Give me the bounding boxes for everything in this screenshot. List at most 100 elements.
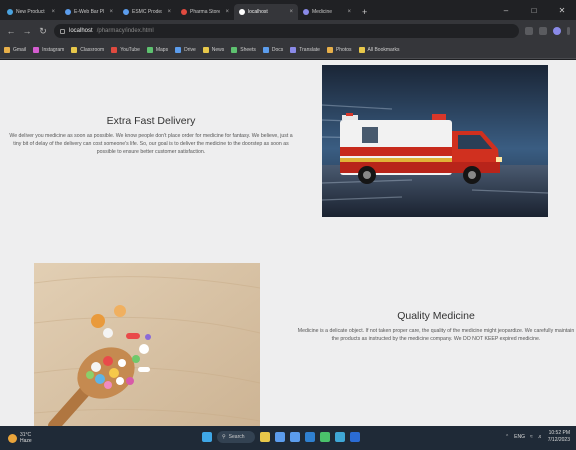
bookmark-label: Maps <box>155 47 169 53</box>
bookmark-star-icon[interactable] <box>539 27 547 35</box>
browser-tab[interactable]: localhost × <box>234 4 298 20</box>
quality-title: Quality Medicine <box>397 310 475 322</box>
bookmark-item[interactable]: Gmail <box>4 47 26 53</box>
address-bar[interactable]: localhost/pharmacy/index.html <box>54 24 519 38</box>
ambulance-image <box>322 65 548 217</box>
bookmark-label: News <box>211 47 225 53</box>
language-indicator[interactable]: ENG <box>514 434 525 440</box>
tab-close-icon[interactable]: × <box>51 9 55 15</box>
taskbar-search[interactable]: ⚲ Search <box>217 431 255 443</box>
bookmark-icon <box>71 47 78 53</box>
tab-label: ESMC Prodesk <box>132 9 162 15</box>
browser-tab-strip: New Product×E-Web Bar Pharma×ESMC Prodes… <box>0 0 576 20</box>
page-content: Extra Fast Delivery We deliver you medic… <box>0 60 576 426</box>
edge-icon[interactable] <box>335 432 345 442</box>
bookmark-item[interactable]: YouTube <box>111 47 140 53</box>
tab-label: localhost <box>248 9 268 15</box>
bookmark-label: Classroom <box>80 47 105 53</box>
bookmark-icon <box>358 47 365 53</box>
bookmark-label: Sheets <box>240 47 256 53</box>
window-controls: – □ ✕ <box>492 0 576 20</box>
bookmark-label: Drive <box>184 47 196 53</box>
bookmark-icon <box>262 47 269 53</box>
bookmark-icon <box>4 47 10 53</box>
tab-favicon-icon <box>123 9 129 15</box>
url-host: localhost <box>69 28 93 34</box>
browser-tab[interactable]: Medicine × <box>298 4 356 20</box>
weather-desc: Haze <box>20 438 32 444</box>
url-path: /pharmacy/index.html <box>96 28 154 34</box>
browser-tab[interactable]: E-Web Bar Pharma × <box>60 4 118 20</box>
tab-close-icon[interactable]: × <box>167 9 171 15</box>
file-explorer-icon[interactable] <box>260 432 270 442</box>
quality-text: Medicine is a delicate object. If not ta… <box>297 328 575 342</box>
bookmark-item[interactable]: All Bookmarks <box>358 47 400 53</box>
browser-tab[interactable]: New Product × <box>2 4 60 20</box>
system-tray: ⌃ ENG ≈ ♬ 10:52 PM 7/12/2023 <box>505 430 570 444</box>
bookmark-item[interactable]: Drive <box>175 47 196 53</box>
bookmark-icon <box>146 47 153 53</box>
reload-icon[interactable]: ↻ <box>38 26 48 37</box>
search-icon: ⚲ <box>222 434 226 440</box>
tab-favicon-icon <box>65 9 71 15</box>
extension-icon[interactable] <box>525 27 533 35</box>
delivery-section: Extra Fast Delivery We deliver you medic… <box>8 115 294 156</box>
maximize-icon[interactable]: □ <box>520 6 548 15</box>
bookmark-item[interactable]: Instagram <box>33 47 64 53</box>
bookmark-icon <box>111 47 118 53</box>
pills-image <box>34 263 260 426</box>
forward-icon[interactable]: → <box>22 26 32 36</box>
bookmark-icon <box>202 47 209 53</box>
bookmark-item[interactable]: Maps <box>146 47 169 53</box>
tray-chevron-icon[interactable]: ⌃ <box>505 434 509 440</box>
menu-icon[interactable] <box>567 27 570 35</box>
vscode-icon[interactable] <box>305 432 315 442</box>
bookmark-icon <box>175 47 182 53</box>
tab-favicon-icon <box>181 9 187 15</box>
tab-favicon-icon <box>303 9 309 15</box>
bookmark-item[interactable]: News <box>202 47 225 53</box>
tab-label: Pharma Store <box>190 9 221 15</box>
bookmark-item[interactable]: Translate <box>290 47 320 53</box>
whatsapp-icon[interactable] <box>320 432 330 442</box>
weather-widget[interactable]: 31°C Haze <box>0 432 60 444</box>
tab-close-icon[interactable]: × <box>347 9 351 15</box>
bookmark-item[interactable]: Docs <box>262 47 283 53</box>
clock-date: 7/12/2023 <box>547 437 570 443</box>
close-window-icon[interactable]: ✕ <box>548 6 576 15</box>
volume-icon[interactable]: ♬ <box>538 434 543 440</box>
clock-time: 10:52 PM <box>548 430 570 436</box>
profile-avatar[interactable] <box>553 27 561 35</box>
new-tab-button[interactable]: + <box>356 4 373 20</box>
minimize-icon[interactable]: – <box>492 6 520 15</box>
quality-section: Quality Medicine Medicine is a delicate … <box>296 310 576 343</box>
tab-close-icon[interactable]: × <box>225 9 229 15</box>
wifi-icon[interactable]: ≈ <box>530 434 533 440</box>
bookmark-label: All Bookmarks <box>367 47 400 53</box>
bookmarks-bar: Gmail Instagram Classroom YouTube Maps Drive N… <box>0 42 576 59</box>
bookmark-label: Gmail <box>13 47 27 53</box>
clock[interactable]: 10:52 PM 7/12/2023 <box>548 430 570 444</box>
bookmark-item[interactable]: Sheets <box>231 47 256 53</box>
bookmark-icon <box>326 47 333 53</box>
tab-label: Medicine <box>312 9 333 15</box>
bookmark-icon <box>33 47 40 53</box>
bookmark-item[interactable]: Photos <box>326 47 352 53</box>
browser-tab[interactable]: Pharma Store × <box>176 4 234 20</box>
bookmark-label: Translate <box>299 47 320 53</box>
word-icon[interactable] <box>350 432 360 442</box>
bookmark-item[interactable]: Classroom <box>71 47 104 53</box>
start-icon[interactable] <box>202 432 212 442</box>
browser-toolbar: ← → ↻ localhost/pharmacy/index.html <box>0 20 576 42</box>
tab-close-icon[interactable]: × <box>289 9 293 15</box>
tab-close-icon[interactable]: × <box>109 9 113 15</box>
bookmark-label: YouTube <box>120 47 140 53</box>
bookmark-label: Instagram <box>42 47 65 53</box>
weather-icon <box>8 433 17 443</box>
back-icon[interactable]: ← <box>6 26 16 36</box>
store-icon[interactable] <box>290 432 300 442</box>
browser-tab[interactable]: ESMC Prodesk × <box>118 4 176 20</box>
tab-favicon-icon <box>7 9 13 15</box>
site-info-icon[interactable] <box>60 28 65 34</box>
chrome-icon[interactable] <box>275 432 285 442</box>
